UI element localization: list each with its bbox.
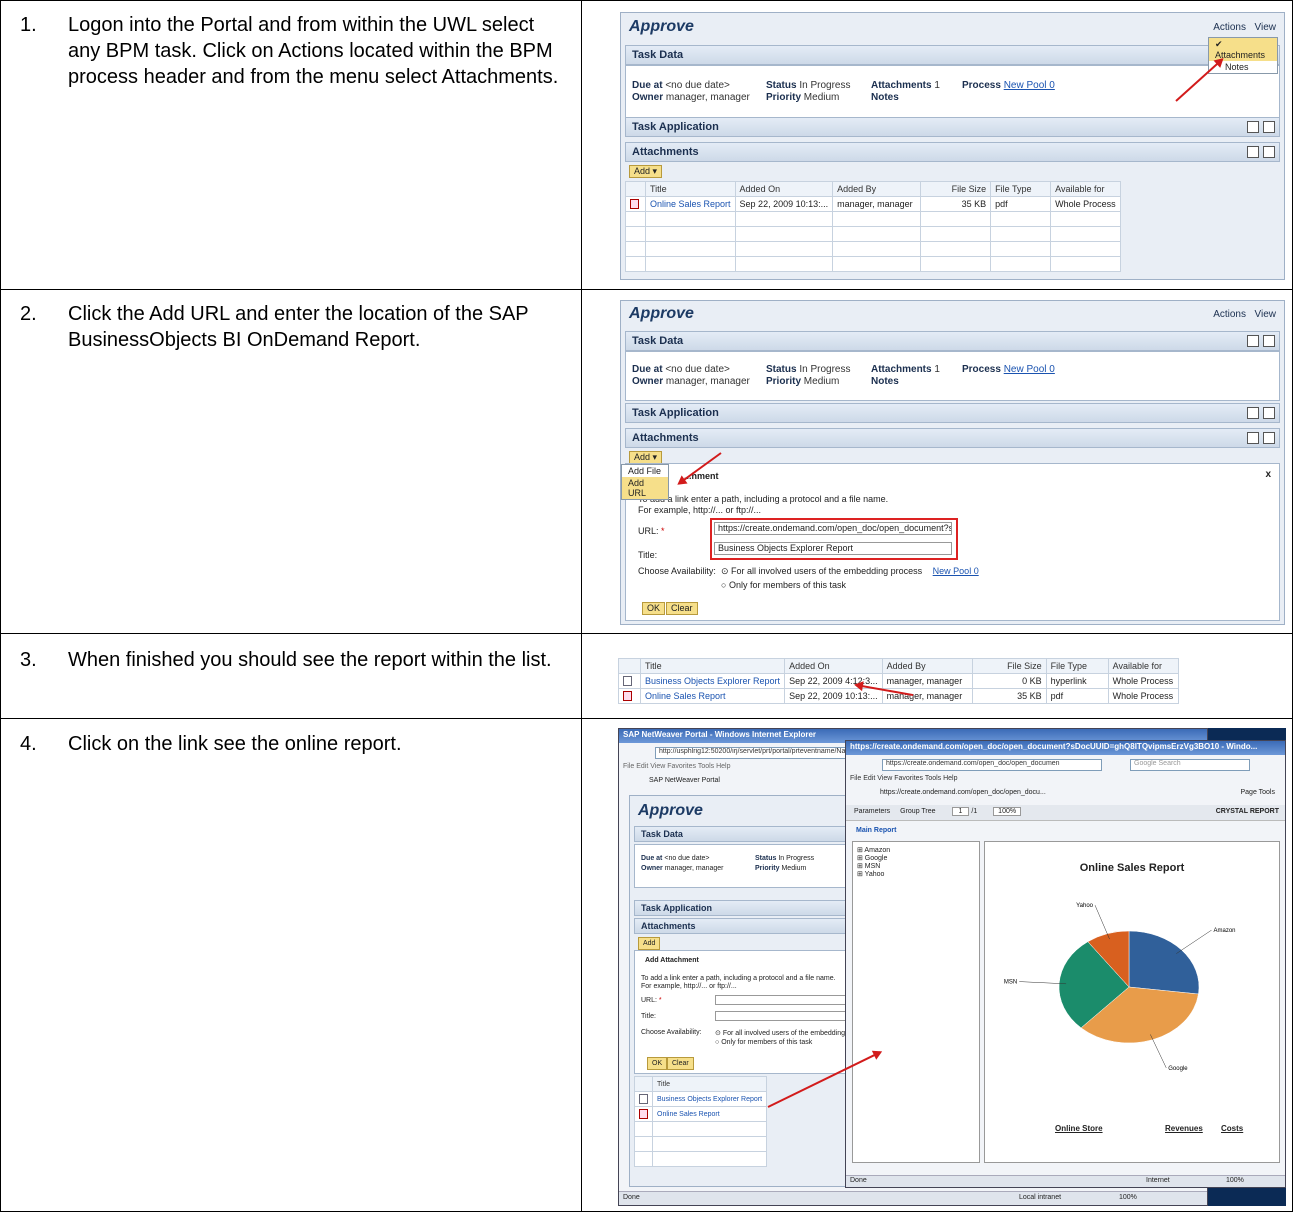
pie-label: MSN bbox=[1004, 980, 1017, 986]
tree-item[interactable]: ⊞ Amazon bbox=[857, 846, 975, 854]
add-button[interactable]: Add ▾ bbox=[629, 165, 663, 178]
pie-label: Google bbox=[1168, 1066, 1188, 1072]
menu-add-url[interactable]: Add URL bbox=[622, 477, 668, 499]
leader-line bbox=[1176, 929, 1212, 954]
pdf-icon bbox=[623, 691, 632, 702]
tab-report[interactable]: https://create.ondemand.com/open_doc/ope… bbox=[880, 789, 1046, 796]
add-button[interactable]: Add bbox=[638, 937, 661, 950]
table-row[interactable]: Business Objects Explorer Report Sep 22, … bbox=[618, 673, 1179, 689]
leader-line bbox=[1094, 905, 1110, 940]
parameters-button[interactable]: Parameters bbox=[854, 808, 890, 815]
leader-line bbox=[1150, 1034, 1167, 1069]
pie-label: Amazon bbox=[1214, 928, 1236, 934]
attachments-header: Attachments bbox=[625, 428, 1280, 448]
process-link[interactable]: New Pool 0 bbox=[1004, 364, 1055, 375]
title-input[interactable]: Business Objects Explorer Report bbox=[714, 542, 952, 555]
task-title: Approve bbox=[629, 305, 694, 322]
task-title: Approve bbox=[629, 18, 694, 35]
availability-radio-2[interactable]: ○ Only for members of this task bbox=[721, 580, 846, 590]
screenshot-step-1: Approve Actions View Task Data Due at <n… bbox=[620, 12, 1285, 280]
ie-window-report: https://create.ondemand.com/open_doc/ope… bbox=[845, 740, 1286, 1188]
ok-button[interactable]: OK bbox=[642, 602, 666, 615]
task-data-header: Task Data bbox=[625, 331, 1280, 351]
document-icon bbox=[623, 676, 632, 687]
task-application-header: Task Application bbox=[625, 117, 1280, 137]
attachments-table: Title Added On Added By File Size File Type A… bbox=[625, 181, 1121, 272]
pie-chart: Amazon Google MSN Yahoo bbox=[1004, 903, 1236, 1072]
address-bar[interactable]: https://create.ondemand.com/open_doc/ope… bbox=[882, 759, 1102, 771]
view-menu[interactable]: View bbox=[1255, 22, 1277, 33]
view-menu[interactable]: View bbox=[1255, 309, 1277, 320]
status-bar: Done Local intranet 100% bbox=[619, 1191, 1207, 1205]
table-row[interactable]: Business Objects Explorer Report bbox=[634, 1091, 768, 1107]
menu-add-file[interactable]: Add File bbox=[622, 465, 668, 477]
attachments-header: Attachments bbox=[625, 142, 1280, 162]
pie-label: Yahoo bbox=[1076, 903, 1094, 909]
availability-radio-1[interactable]: ⊙ For all involved users of the embeddin… bbox=[721, 566, 979, 577]
tree-item[interactable]: ⊞ MSN bbox=[857, 862, 975, 870]
screenshot-step-3: Title Added On Added By File Size File Type A… bbox=[618, 658, 1285, 710]
actions-menu[interactable]: Actions bbox=[1213, 309, 1246, 320]
url-input[interactable] bbox=[715, 995, 865, 1005]
report-toolbar: Parameters Group Tree 1 /1 100% CRYSTAL … bbox=[846, 805, 1285, 821]
group-tree-button[interactable]: Group Tree bbox=[900, 808, 935, 815]
group-tree: ⊞ Amazon ⊞ Google ⊞ MSN ⊞ Yahoo bbox=[852, 841, 980, 1163]
add-dropdown: Add File Add URL bbox=[621, 464, 669, 500]
task-data-pane: Due at <no due date> Owner manager, mana… bbox=[625, 351, 1280, 401]
process-link[interactable]: New Pool 0 bbox=[1004, 80, 1055, 91]
search-input[interactable]: Google Search bbox=[1130, 759, 1250, 771]
screenshot-step-4: SAP NetWeaver Portal - Windows Internet … bbox=[618, 728, 1286, 1206]
tree-item[interactable]: ⊞ Yahoo bbox=[857, 870, 975, 878]
actions-menu[interactable]: Actions bbox=[1213, 22, 1246, 33]
attachments-table: Title Added On Added By File Size File Type A… bbox=[618, 658, 1179, 704]
task-application-header: Task Application bbox=[625, 403, 1280, 423]
pie-slice-amazon bbox=[1128, 930, 1200, 995]
tree-item[interactable]: ⊞ Google bbox=[857, 854, 975, 862]
main-report-tab[interactable]: Main Report bbox=[856, 827, 896, 834]
title-input[interactable] bbox=[715, 1011, 865, 1021]
url-input[interactable]: https://create.ondemand.com/open_doc/ope… bbox=[714, 522, 952, 535]
clear-button[interactable]: Clear bbox=[666, 602, 698, 615]
report-canvas: Online Sales Report Amazon Google MSN Yahoo… bbox=[984, 841, 1280, 1163]
tab-portal[interactable]: SAP NetWeaver Portal bbox=[649, 777, 720, 784]
add-attachment-form: ...hment x To add a link enter a path, i… bbox=[625, 463, 1280, 621]
report-title: Online Sales Report bbox=[1079, 862, 1185, 874]
pdf-icon bbox=[630, 199, 639, 210]
table-row[interactable]: Online Sales Report Sep 22, 2009 10:13:..… bbox=[625, 196, 1121, 212]
screenshot-step-2: Approve Actions View Task Data Due at <n… bbox=[620, 300, 1285, 625]
task-data-header: Task Data bbox=[625, 45, 1280, 65]
table-row[interactable]: Online Sales Report bbox=[634, 1106, 768, 1122]
portal-task-panel: Approve Task Data Due at <no due date> O… bbox=[629, 795, 871, 1187]
close-icon[interactable]: x bbox=[1265, 469, 1271, 480]
